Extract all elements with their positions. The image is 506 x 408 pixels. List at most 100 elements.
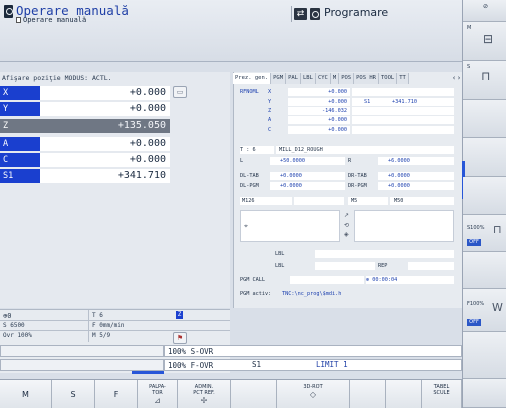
axis-row-s1: S1 +341.710: [0, 169, 170, 183]
tab-cyc[interactable]: CYC: [315, 73, 331, 84]
axis-value: +0.000: [40, 137, 170, 151]
status-feed: F 0mm/min: [92, 322, 125, 329]
softkey-palpa[interactable]: PALPA- TOR ⊿: [138, 380, 178, 408]
overview-extra-cell: [352, 107, 454, 115]
programming-title[interactable]: Programare: [324, 6, 388, 19]
softkey-empty-5[interactable]: [231, 380, 277, 408]
lbl-label-2: LBL: [275, 263, 285, 269]
rotation-icon: ⟲: [344, 222, 350, 229]
tab-tt[interactable]: TT: [397, 73, 409, 84]
softkey-tabel[interactable]: TABEL SCULE: [422, 380, 462, 408]
s1-label: S1: [252, 360, 262, 369]
side-softkey-f-override[interactable]: F100% W OFF: [463, 289, 506, 332]
tab-tool[interactable]: TOOL: [379, 73, 398, 84]
dlpgm-value: +0.0000: [270, 182, 345, 190]
tab-scroll-arrows[interactable]: ‹ ›: [451, 73, 462, 84]
timer-text: 00:00:04: [372, 277, 398, 283]
clock-icon: ⊘: [483, 3, 489, 10]
softkey-3d-rot[interactable]: 3D-ROT ◇: [277, 380, 350, 408]
r-label: R: [348, 158, 352, 164]
softkey-label: M: [22, 390, 29, 399]
overview-axis: A: [268, 117, 272, 123]
overview-axis: C: [268, 127, 272, 133]
tab-pos[interactable]: POS: [339, 73, 355, 84]
side-softkey-s-override[interactable]: S100% ⊓ OFF: [463, 215, 506, 252]
side-softkey-4[interactable]: [463, 138, 506, 177]
tool-name: MILL_D12_ROUGH: [276, 146, 454, 154]
off-badge: OFF: [467, 319, 481, 326]
side-softkey-s[interactable]: S ⊓: [463, 61, 506, 100]
tab-lbl[interactable]: LBL: [301, 73, 316, 84]
s-ovr-bar: [0, 345, 164, 357]
drpgm-label: DR-PGM: [348, 183, 367, 189]
spindle-override-icon: ⊓: [493, 223, 502, 236]
dltab-value: +0.0000: [270, 172, 345, 180]
copy-icon[interactable]: ▭: [173, 86, 187, 98]
softkey-s[interactable]: S: [52, 380, 95, 408]
dlpgm-label: DL-PGM: [240, 183, 259, 189]
spindle-icon: ⊓: [481, 69, 491, 83]
softkey-f[interactable]: F: [95, 380, 138, 408]
dltab-label: DL-TAB: [240, 173, 259, 179]
f-ovr-label: 100% F-OVR: [164, 359, 462, 371]
side-softkey-bottom[interactable]: [463, 379, 506, 408]
m5-label: M5: [348, 197, 388, 205]
softkey-label: S: [70, 390, 76, 399]
softkey-label: F: [113, 390, 119, 399]
f-ovr-bar: [0, 359, 164, 371]
override-progress-fill: [132, 371, 164, 374]
softkey-m[interactable]: M: [0, 380, 52, 408]
status-spindle: S 6500: [3, 322, 25, 329]
axis-value: +0.000: [40, 86, 170, 100]
tab-prez-gen[interactable]: Prez. gen.: [233, 73, 272, 84]
softkey-empty-8[interactable]: [386, 380, 422, 408]
limit-label: LIMIT 1: [316, 360, 348, 369]
tool-axis-label: 0: [7, 312, 12, 320]
side-s-label: S: [467, 64, 471, 70]
m-empty-cell: [294, 197, 344, 205]
side-softkey-top[interactable]: ⊘: [463, 0, 506, 22]
s-override-label: S100%: [467, 225, 485, 231]
feed-override-icon: W: [492, 301, 503, 314]
coordinate-icon: ↗: [344, 212, 350, 219]
side-softkey-3[interactable]: [463, 100, 506, 138]
divider: [88, 310, 89, 342]
side-softkey-9[interactable]: [463, 332, 506, 379]
side-softkey-5[interactable]: [463, 177, 506, 215]
lbl-value-1: [315, 250, 454, 258]
s-ovr-label: 100% S-OVR: [164, 345, 462, 357]
overview-axis: Z: [268, 108, 272, 114]
axis-row-z: Z +135.050: [0, 119, 170, 133]
tab-pos-hr[interactable]: POS HR: [354, 73, 379, 84]
rep-value: [408, 262, 454, 270]
axis-name: Y: [0, 102, 40, 116]
softkey-bar: M S F PALPA- TOR ⊿ ADMIN. PCT REF. ✢ 3D-ROT ◇ TAB…: [0, 379, 462, 408]
axis-row-y: Y +0.000: [0, 102, 170, 116]
overview-extra-cell: [352, 126, 454, 134]
tool-change-icon[interactable]: ⚑: [173, 332, 187, 344]
axis-name: C: [0, 153, 40, 167]
status-m-function: M 5/9: [92, 332, 111, 339]
programming-mode-icon: [310, 8, 320, 20]
lbl-label-1: LBL: [275, 251, 285, 257]
switch-screen-icon[interactable]: ⇄: [294, 8, 307, 20]
manual-mode-icon: [4, 5, 13, 18]
pgm-active-label: PGM activ:: [240, 291, 272, 297]
overview-axis-value: +0.000: [288, 88, 350, 96]
transform-block: [354, 210, 454, 242]
softkey-admin[interactable]: ADMIN. PCT REF. ✢: [178, 380, 231, 408]
overview-axis: Y: [268, 99, 272, 105]
datum-icon: ✢: [200, 396, 208, 405]
tab-pgm[interactable]: PGM: [271, 73, 287, 84]
tab-pal[interactable]: PAL: [286, 73, 301, 84]
side-softkey-7[interactable]: [463, 252, 506, 289]
side-softkey-m[interactable]: M ⊟: [463, 22, 506, 61]
tab-m[interactable]: M: [330, 73, 340, 84]
overview-extra-cell: [352, 88, 454, 96]
probe-icon: ⌖: [244, 222, 248, 230]
l-value: +50.0000: [270, 157, 345, 165]
axis-row-x: X +0.000: [0, 86, 170, 100]
softkey-empty-7[interactable]: [350, 380, 386, 408]
m50-label: M50: [390, 197, 454, 205]
overview-axis-value: -146.032: [288, 107, 350, 115]
